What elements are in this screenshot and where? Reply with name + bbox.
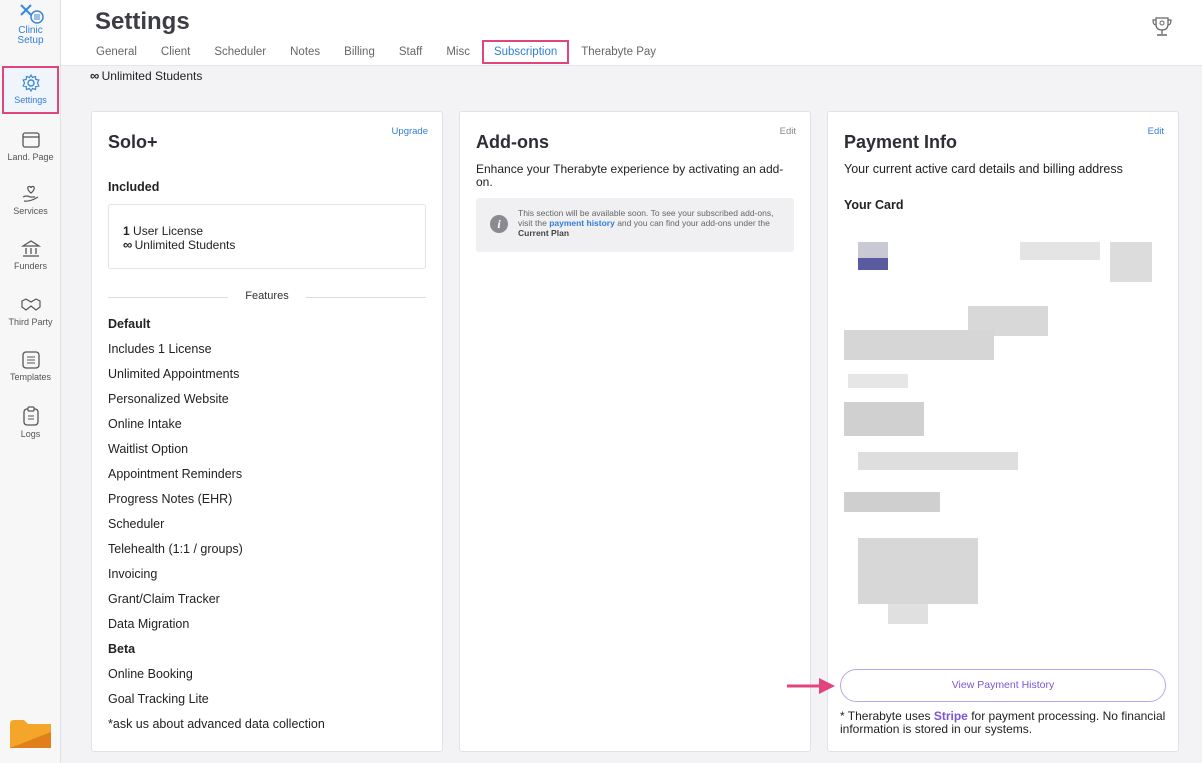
feature-item: Includes 1 License	[108, 342, 212, 356]
folder-icon[interactable]	[10, 720, 51, 748]
feature-item: Progress Notes (EHR)	[108, 492, 233, 506]
tab-scheduler[interactable]: Scheduler	[214, 41, 266, 63]
sidebar-item-label: Logs	[20, 429, 41, 439]
sidebar-item-label: Services	[13, 206, 48, 216]
infinity-icon: ∞	[123, 237, 132, 252]
tab-notes[interactable]: Notes	[290, 41, 320, 63]
settings-tabs: General Client Scheduler Notes Billing S…	[96, 40, 680, 64]
feature-item: Waitlist Option	[108, 442, 189, 456]
page-title: Settings	[95, 8, 190, 35]
sidebar-item-funders[interactable]: Funders	[2, 239, 59, 271]
feature-item: Invoicing	[108, 567, 158, 581]
tab-client[interactable]: Client	[161, 41, 190, 63]
plan-title: Solo+	[108, 132, 158, 152]
handshake-icon	[20, 298, 41, 311]
feature-group-heading: Beta	[108, 642, 136, 656]
sidebar-item-label: Settings	[14, 95, 47, 105]
sidebar-item-label: Templates	[9, 372, 52, 382]
your-card-label: Your Card	[844, 198, 904, 212]
redacted-card-details	[844, 242, 1152, 624]
clinic-setup-icon	[19, 4, 44, 24]
features-divider: Features	[108, 290, 426, 304]
feature-list: Default Includes 1 License Unlimited Appoi…	[108, 316, 325, 741]
notice-text: and you can find your add-ons under the	[614, 218, 770, 228]
sidebar: Clinic Setup Settings Land. Page Service…	[0, 0, 61, 763]
tab-general[interactable]: General	[96, 41, 137, 63]
addons-description: Enhance your Therabyte experience by act…	[476, 162, 784, 189]
sidebar-item-settings[interactable]: Settings	[2, 66, 59, 114]
sidebar-item-logs[interactable]: Logs	[2, 405, 59, 439]
sidebar-item-landing-page[interactable]: Land. Page	[2, 130, 59, 162]
current-plan-text: Current Plan	[518, 228, 570, 238]
arrow-icon	[787, 678, 835, 694]
tab-staff[interactable]: Staff	[399, 41, 422, 63]
students-text: Unlimited Students	[134, 238, 236, 252]
header: Settings General Client Scheduler Notes …	[61, 0, 1202, 66]
features-label: Features	[245, 290, 289, 302]
divider-line	[306, 297, 426, 298]
user-license-line: 1 User License	[123, 224, 411, 238]
tab-misc[interactable]: Misc	[446, 41, 470, 63]
heart-hand-icon	[22, 185, 38, 202]
feature-item: Goal Tracking Lite	[108, 692, 209, 706]
students-line: ∞ Unlimited Students	[123, 237, 411, 253]
stripe-link[interactable]: Stripe	[934, 709, 968, 723]
feature-item: *ask us about advanced data collection	[108, 717, 325, 731]
addons-edit-link[interactable]: Edit	[780, 126, 796, 137]
view-payment-history-button[interactable]: View Payment History	[840, 669, 1166, 702]
stripe-note-text: * Therabyte uses	[840, 709, 934, 723]
tab-therabyte-pay[interactable]: Therabyte Pay	[581, 41, 656, 63]
upgrade-link[interactable]: Upgrade	[392, 126, 428, 137]
sidebar-item-templates[interactable]: Templates	[2, 350, 59, 382]
payment-history-link[interactable]: payment history	[549, 218, 615, 228]
bank-icon	[20, 240, 41, 257]
sidebar-item-label: Land. Page	[7, 152, 54, 162]
info-icon: i	[490, 215, 508, 233]
feature-item: Online Intake	[108, 417, 182, 431]
payment-info-title: Payment Info	[844, 132, 958, 152]
gear-icon	[21, 73, 40, 93]
sidebar-item-third-party[interactable]: Third Party	[2, 295, 59, 327]
included-box: 1 User License ∞ Unlimited Students	[108, 204, 426, 269]
feature-item: Unlimited Appointments	[108, 367, 240, 381]
clipboard-icon	[22, 406, 39, 426]
license-count: 1	[123, 224, 130, 238]
feature-item: Scheduler	[108, 517, 165, 531]
feature-item: Grant/Claim Tracker	[108, 592, 220, 606]
sidebar-item-services[interactable]: Services	[2, 184, 59, 216]
payment-edit-link[interactable]: Edit	[1148, 126, 1164, 137]
unlimited-students-note: ∞ Unlimited Students	[90, 68, 202, 83]
feature-item: Telehealth (1:1 / groups)	[108, 542, 243, 556]
infinity-icon: ∞	[90, 68, 99, 83]
feature-item: Online Booking	[108, 667, 193, 681]
addons-notice: i This section will be available soon. T…	[476, 198, 794, 252]
license-text: User License	[133, 224, 204, 238]
unlimited-students-text: Unlimited Students	[101, 69, 203, 83]
payment-subtitle: Your current active card details and bil…	[844, 162, 1123, 176]
addons-card: Add-ons Edit Enhance your Therabyte expe…	[459, 111, 811, 752]
feature-item: Personalized Website	[108, 392, 229, 406]
stripe-note: * Therabyte uses Stripe for payment proc…	[840, 710, 1170, 736]
trophy-icon[interactable]	[1152, 16, 1172, 38]
sidebar-item-label: Clinic Setup	[17, 25, 44, 46]
sidebar-item-clinic-setup[interactable]: Clinic Setup	[2, 2, 59, 46]
list-icon	[21, 351, 40, 369]
plan-card: Solo+ Upgrade Included 1 User License ∞ …	[91, 111, 443, 752]
sidebar-item-label: Funders	[13, 261, 48, 271]
feature-item: Appointment Reminders	[108, 467, 243, 481]
included-heading: Included	[108, 180, 160, 194]
browser-window-icon	[21, 132, 40, 148]
feature-item: Data Migration	[108, 617, 190, 631]
feature-group-heading: Default	[108, 317, 151, 331]
sidebar-item-label: Third Party	[8, 317, 53, 327]
addons-title: Add-ons	[476, 132, 549, 152]
tab-billing[interactable]: Billing	[344, 41, 375, 63]
payment-info-card: Payment Info Edit Your current active ca…	[827, 111, 1179, 752]
tab-subscription[interactable]: Subscription	[481, 40, 570, 64]
